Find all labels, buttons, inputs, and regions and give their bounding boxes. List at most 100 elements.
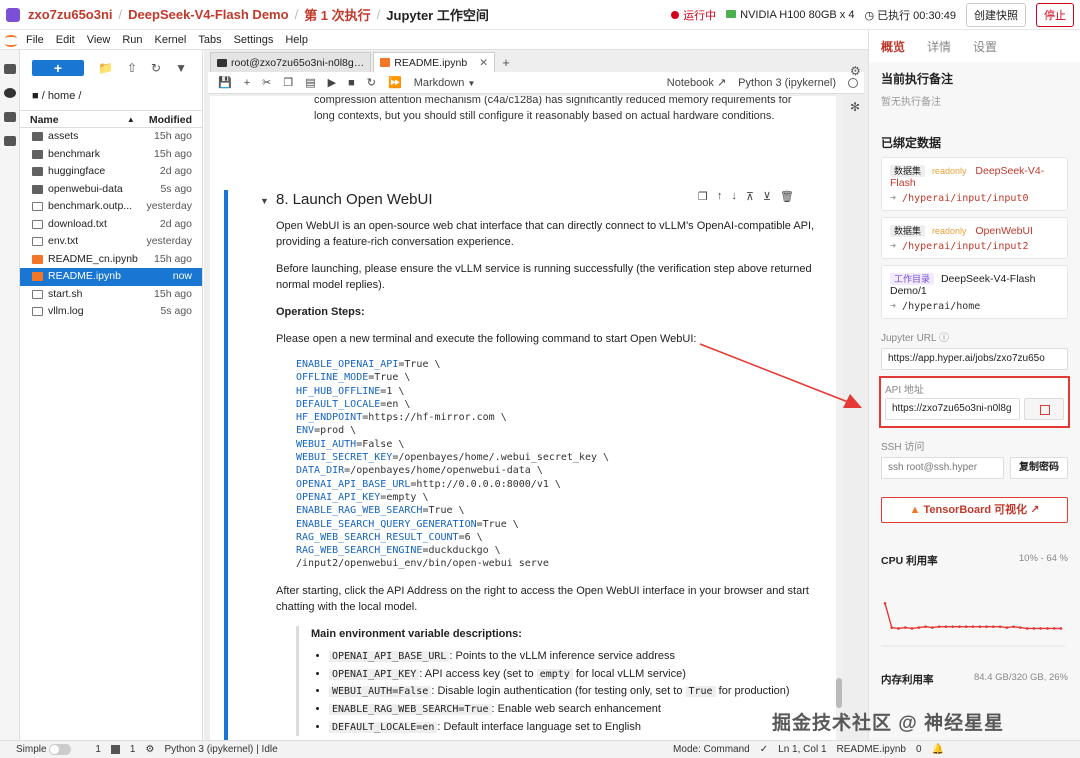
cell-type-select[interactable]: Markdown ▼ bbox=[414, 77, 476, 89]
paste-icon[interactable]: ▤ bbox=[305, 76, 315, 89]
file-name: benchmark bbox=[48, 147, 100, 160]
property-inspector-icon[interactable]: ⚙ bbox=[850, 64, 861, 78]
file-row[interactable]: openwebui-data 5s ago bbox=[20, 181, 202, 199]
simple-mode-toggle[interactable] bbox=[49, 743, 72, 755]
env-var-value: =True \ bbox=[398, 359, 441, 370]
env-var-value: =https://hf-mirror.com \ bbox=[362, 412, 507, 424]
readonly-badge: readonly bbox=[931, 166, 967, 176]
tab-overview[interactable]: 概览 bbox=[881, 38, 905, 55]
breadcrumb-run[interactable]: 第 1 次执行 bbox=[304, 5, 370, 24]
debugger-icon[interactable]: ✻ bbox=[850, 100, 860, 114]
dataset-name[interactable]: OpenWebUI bbox=[975, 225, 1033, 237]
close-tab-icon[interactable]: ✕ bbox=[479, 53, 488, 73]
collapse-chevron-icon[interactable]: ▼ bbox=[260, 196, 269, 206]
notebook-toolbar: 💾 + ✂ ❐ ▤ ▶ ■ ↻ ⏩ Markdown ▼ Notebook ↗ … bbox=[208, 72, 864, 94]
cpu-usage-point bbox=[1025, 627, 1029, 630]
env-var-name: DATA_DIR bbox=[296, 465, 345, 477]
new-launcher-button[interactable]: + bbox=[32, 60, 84, 76]
settings-icon[interactable]: ⚙ bbox=[145, 744, 154, 755]
column-modified[interactable]: Modified bbox=[149, 111, 192, 127]
tab-details[interactable]: 详情 bbox=[927, 38, 951, 55]
data-card-workdir[interactable]: 工作目录 DeepSeek-V4-Flash Demo/1 ➜ /hyperai… bbox=[881, 265, 1068, 319]
breadcrumb-job-id[interactable]: zxo7zu65o3ni bbox=[28, 7, 113, 22]
env-var-note: Main environment variable descriptions: … bbox=[296, 625, 824, 737]
kernel-count[interactable]: 1 bbox=[130, 744, 136, 755]
menu-kernel[interactable]: Kernel bbox=[155, 34, 187, 46]
data-card-input0[interactable]: 数据集 readonly DeepSeek-V4-Flash ➜ /hypera… bbox=[881, 157, 1068, 211]
active-cell-indicator[interactable] bbox=[224, 190, 228, 740]
file-row[interactable]: env.txt yesterday bbox=[20, 233, 202, 251]
table-of-contents-icon[interactable] bbox=[3, 112, 16, 122]
copy-password-button[interactable]: 复制密码 bbox=[1010, 457, 1068, 479]
add-tab-button[interactable]: + bbox=[497, 54, 515, 72]
insert-cell-icon[interactable]: + bbox=[244, 77, 250, 89]
kernel-name[interactable]: Python 3 (ipykernel) bbox=[738, 77, 836, 89]
file-modified: 2d ago bbox=[159, 217, 192, 230]
markdown-cell[interactable]: 8. Launch Open WebUI Open WebUI is an op… bbox=[276, 186, 824, 737]
menu-run[interactable]: Run bbox=[122, 34, 142, 46]
scrollbar-thumb[interactable] bbox=[836, 678, 842, 708]
file-row[interactable]: README_cn.ipynb 15h ago bbox=[20, 251, 202, 269]
file-row[interactable]: README.ipynb now bbox=[20, 268, 202, 286]
tab-readme[interactable]: README.ipynb ✕ bbox=[373, 52, 496, 73]
running-kernels-icon[interactable] bbox=[3, 88, 16, 98]
tab-settings[interactable]: 设置 bbox=[973, 38, 997, 55]
kernel-status[interactable]: Python 3 (ipykernel) | Idle bbox=[164, 744, 277, 755]
file-row[interactable]: vllm.log 5s ago bbox=[20, 303, 202, 321]
cell-heading: 8. Launch Open WebUI bbox=[276, 191, 433, 208]
notebook-scrollbar[interactable] bbox=[836, 96, 842, 740]
notebook-button[interactable]: Notebook ↗ bbox=[667, 76, 726, 89]
menu-tabs[interactable]: Tabs bbox=[198, 34, 221, 46]
open-api-address-button[interactable] bbox=[1024, 398, 1064, 420]
info-icon[interactable]: ⓘ bbox=[939, 333, 949, 344]
file-browser-path[interactable]: ■ / home / bbox=[20, 86, 202, 106]
save-icon[interactable]: 💾 bbox=[218, 76, 232, 89]
file-icon bbox=[32, 202, 43, 211]
refresh-icon[interactable]: ↻ bbox=[151, 61, 161, 75]
tensorboard-button[interactable]: ▲ TensorBoard 可视化 ↗ bbox=[881, 497, 1068, 523]
menu-help[interactable]: Help bbox=[285, 34, 308, 46]
file-row[interactable]: start.sh 15h ago bbox=[20, 286, 202, 304]
inline-code: WEBUI_AUTH=False bbox=[329, 686, 432, 698]
cpu-usage-point bbox=[924, 625, 927, 629]
folder-icon[interactable] bbox=[3, 64, 16, 74]
filter-icon[interactable]: ▼ bbox=[175, 61, 187, 75]
data-card-input2[interactable]: 数据集 readonly OpenWebUI ➜ /hyperai/input/… bbox=[881, 217, 1068, 259]
column-name[interactable]: Name bbox=[30, 111, 127, 127]
copy-icon[interactable]: ❐ bbox=[283, 76, 293, 89]
create-snapshot-button[interactable]: 创建快照 bbox=[966, 2, 1026, 27]
cut-icon[interactable]: ✂ bbox=[262, 76, 271, 89]
restart-icon[interactable]: ↻ bbox=[367, 76, 376, 89]
ssh-command-field[interactable]: ssh root@ssh.hyper bbox=[881, 457, 1004, 479]
app-logo-icon[interactable] bbox=[6, 7, 20, 22]
simple-mode[interactable]: Simple bbox=[16, 743, 72, 755]
file-row[interactable]: download.txt 2d ago bbox=[20, 216, 202, 234]
file-row[interactable]: benchmark.outp... yesterday bbox=[20, 198, 202, 216]
menu-view[interactable]: View bbox=[87, 34, 111, 46]
tab-terminal[interactable]: root@zxo7zu65o3ni-n0l8g… bbox=[210, 52, 372, 72]
upload-icon[interactable]: ⇧ bbox=[127, 61, 137, 75]
terminal-count[interactable]: 1 bbox=[95, 744, 101, 755]
cursor-position[interactable]: Ln 1, Col 1 bbox=[778, 744, 826, 755]
extensions-icon[interactable] bbox=[3, 136, 16, 146]
api-address-field[interactable]: https://zxo7zu65o3ni-n0l8g bbox=[885, 398, 1020, 420]
code-line: RAG_WEB_SEARCH_ENGINE=duckduckgo \ bbox=[296, 544, 824, 557]
menu-edit[interactable]: Edit bbox=[56, 34, 75, 46]
new-folder-icon[interactable]: 📁 bbox=[98, 61, 113, 75]
menu-file[interactable]: File bbox=[26, 34, 44, 46]
run-icon[interactable]: ▶ bbox=[328, 76, 336, 89]
env-var-value: =True \ bbox=[422, 505, 465, 517]
file-row[interactable]: huggingface 2d ago bbox=[20, 163, 202, 181]
operation-steps-title: Operation Steps: bbox=[276, 306, 365, 318]
notification-count[interactable]: 0 bbox=[916, 744, 922, 755]
stop-button[interactable]: 停止 bbox=[1036, 2, 1074, 27]
status-bar: Simple 1 1 ⚙ Python 3 (ipykernel) | Idle… bbox=[0, 740, 1080, 758]
jupyter-url-field[interactable]: https://app.hyper.ai/jobs/zxo7zu65o bbox=[881, 348, 1068, 370]
breadcrumb-project[interactable]: DeepSeek-V4-Flash Demo bbox=[128, 7, 288, 22]
stop-icon[interactable]: ■ bbox=[348, 77, 355, 89]
file-row[interactable]: benchmark 15h ago bbox=[20, 146, 202, 164]
file-row[interactable]: assets 15h ago bbox=[20, 128, 202, 146]
menu-settings[interactable]: Settings bbox=[234, 34, 274, 46]
bell-icon[interactable]: 🔔 bbox=[932, 744, 944, 755]
fast-forward-icon[interactable]: ⏩ bbox=[388, 76, 402, 89]
